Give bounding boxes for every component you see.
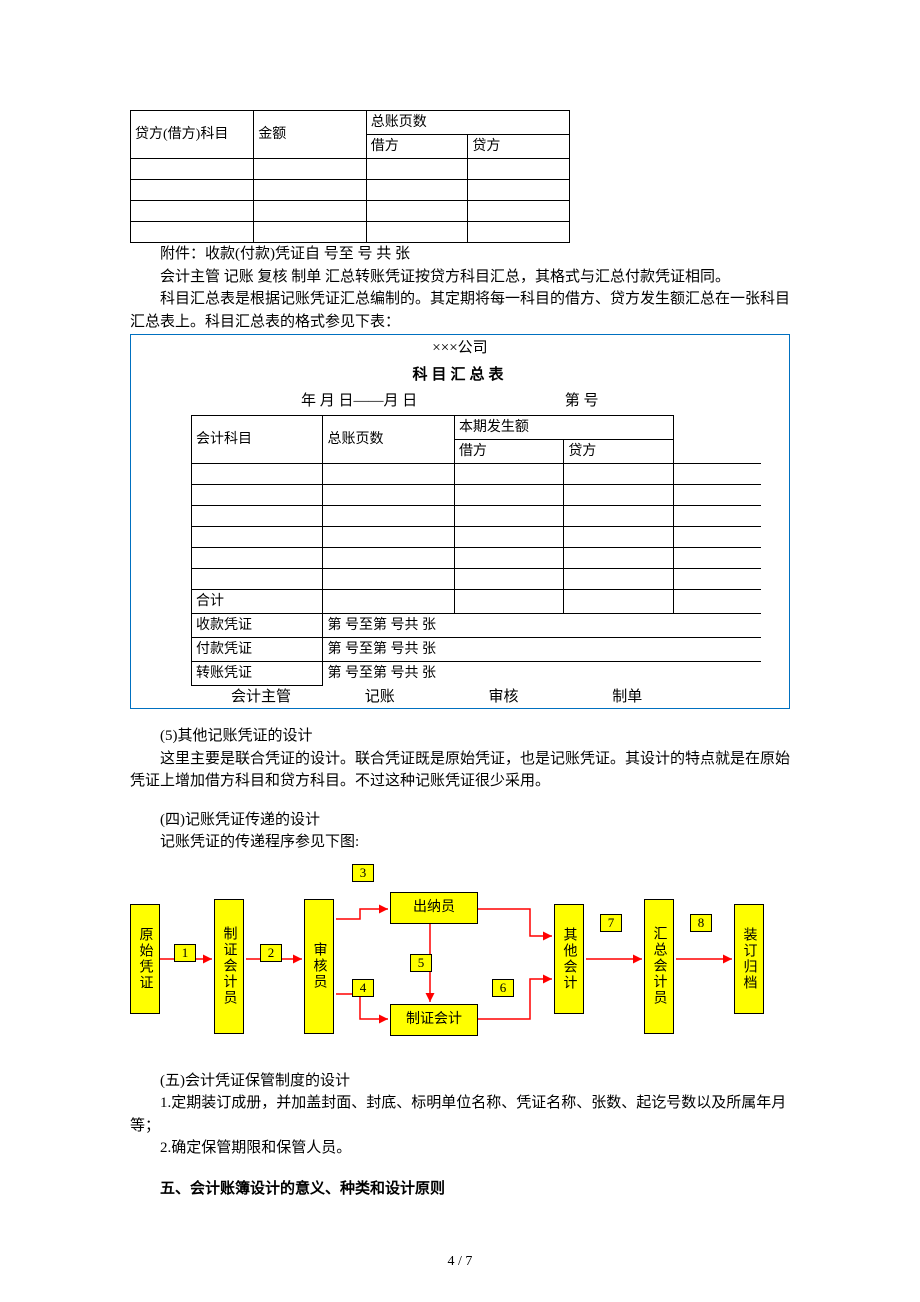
node-preparer: 制证会计员 — [214, 899, 244, 1034]
row-transfer: 转账凭证 — [192, 661, 323, 685]
flowchart: 原始凭证 1 制证会计员 2 审核员 3 出纳员 4 5 制证会计 6 其他会计… — [130, 864, 790, 1054]
step-3: 3 — [352, 864, 374, 882]
doc-number: 第 号 — [565, 393, 599, 409]
para-summary-intro: 科目汇总表是根据记账凭证汇总编制的。其定期将每一科目的借方、贷方发生额汇总在一张… — [130, 288, 790, 333]
para-storage-1: 1.定期装订成册，并加盖封面、封底、标明单位名称、凭证名称、张数、起讫号数以及所… — [130, 1092, 790, 1137]
th-credit: 贷方 — [468, 135, 570, 159]
company-name: ×××公司 — [131, 335, 789, 362]
node-original-voucher: 原始凭证 — [130, 904, 160, 1014]
para-transfer-intro: 记账凭证的传递程序参见下图: — [130, 831, 790, 854]
summary-title: 科目汇总表 — [131, 362, 789, 389]
heading-section-5: 五、会计账簿设计的意义、种类和设计原则 — [130, 1178, 790, 1201]
sig-supervisor: 会计主管 — [231, 686, 361, 709]
sig-preparer: 制单 — [612, 686, 642, 709]
th-debit: 借方 — [454, 439, 563, 463]
step-4: 4 — [352, 979, 374, 997]
node-reviewer: 审核员 — [304, 899, 334, 1034]
range-payment: 第 号至第 号共 张 — [323, 637, 761, 661]
step-1: 1 — [174, 944, 196, 962]
signature-row: 会计主管 记账 审核 制单 — [131, 686, 789, 709]
node-archive: 装订归档 — [734, 904, 764, 1014]
summary-table-box: ×××公司 科目汇总表 年 月 日——月 日 第 号 会计科目 总账页数 本期发… — [130, 334, 790, 709]
th-current-amount: 本期发生额 — [454, 415, 673, 439]
row-payment: 付款凭证 — [192, 637, 323, 661]
th-amount: 金额 — [254, 111, 366, 159]
heading-other-voucher: (5)其他记账凭证的设计 — [130, 725, 790, 748]
table-voucher-subject: 贷方(借方)科目 金额 总账页数 借方 贷方 — [130, 110, 570, 243]
row-receipt: 收款凭证 — [192, 613, 323, 637]
step-7: 7 — [600, 914, 622, 932]
para-other-voucher: 这里主要是联合凭证的设计。联合凭证既是原始凭证，也是记账凭证。其设计的特点就是在… — [130, 748, 790, 793]
summary-date-row: 年 月 日——月 日 第 号 — [131, 388, 789, 415]
page: { "table1": { "col1": "贷方(借方)科目", "col2"… — [0, 0, 920, 1302]
row-total: 合计 — [192, 589, 323, 613]
sig-bookkeeper: 记账 — [365, 686, 485, 709]
step-6: 6 — [492, 979, 514, 997]
range-transfer: 第 号至第 号共 张 — [323, 661, 761, 685]
node-cashier: 出纳员 — [390, 892, 478, 924]
node-summary-acct: 汇总会计员 — [644, 899, 674, 1034]
node-voucher-acct: 制证会计 — [390, 1004, 478, 1036]
step-8: 8 — [690, 914, 712, 932]
range-receipt: 第 号至第 号共 张 — [323, 613, 761, 637]
page-footer: 4 / 7 — [0, 1251, 920, 1272]
heading-transfer-design: (四)记账凭证传递的设计 — [130, 809, 790, 832]
node-other-acct: 其他会计 — [554, 904, 584, 1014]
date-range: 年 月 日——月 日 — [301, 393, 417, 409]
table-subject-summary: 会计科目 总账页数 本期发生额 借方 贷方 合计 收款凭证第 号至第 号共 张 … — [191, 415, 761, 686]
heading-storage: (五)会计凭证保管制度的设计 — [130, 1070, 790, 1093]
para-signers: 会计主管 记账 复核 制单 汇总转账凭证按贷方科目汇总，其格式与汇总付款凭证相同… — [130, 266, 790, 289]
th-credit: 贷方 — [564, 439, 673, 463]
sig-reviewer: 审核 — [489, 686, 609, 709]
step-2: 2 — [260, 944, 282, 962]
th-subject: 贷方(借方)科目 — [131, 111, 254, 159]
attachment-line: 附件：收款(付款)凭证自 号至 号 共 张 — [130, 243, 790, 266]
para-storage-2: 2.确定保管期限和保管人员。 — [130, 1137, 790, 1160]
step-5: 5 — [410, 954, 432, 972]
th-ledger-pages: 总账页数 — [366, 111, 569, 135]
th-ledger-pages: 总账页数 — [323, 415, 454, 463]
th-account: 会计科目 — [192, 415, 323, 463]
th-debit: 借方 — [366, 135, 468, 159]
